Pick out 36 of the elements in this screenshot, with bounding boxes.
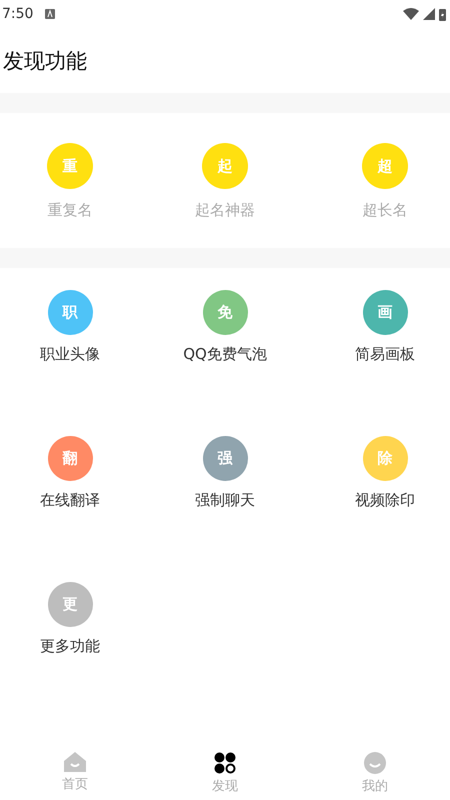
feature-icon: 起 bbox=[202, 143, 248, 189]
page-title: 发现功能 bbox=[2, 48, 88, 74]
notification-icon bbox=[45, 9, 56, 19]
feature-item[interactable]: 画 简易画板 bbox=[320, 290, 450, 364]
grid-icon bbox=[214, 752, 236, 774]
feature-label: 简易画板 bbox=[355, 345, 415, 364]
feature-icon: 超 bbox=[362, 143, 408, 189]
feature-label: 职业头像 bbox=[40, 345, 100, 364]
feature-item[interactable]: 更 更多功能 bbox=[5, 582, 135, 656]
feature-icon: 重 bbox=[47, 143, 93, 189]
status-time: 7:50 bbox=[2, 6, 34, 22]
signal-icon bbox=[423, 8, 435, 20]
feature-icon: 更 bbox=[48, 582, 92, 627]
feature-icon: 除 bbox=[362, 436, 408, 481]
feature-label: 强制聊天 bbox=[195, 491, 255, 510]
feature-icon: 强 bbox=[202, 436, 248, 481]
feature-item[interactable]: 免 QQ免费气泡 bbox=[160, 290, 290, 364]
feature-icon: 职 bbox=[48, 290, 92, 335]
feature-label: QQ免费气泡 bbox=[183, 345, 267, 364]
feature-icon: 画 bbox=[362, 290, 408, 335]
feature-label: 在线翻译 bbox=[40, 491, 100, 510]
smiley-icon bbox=[364, 752, 386, 774]
feature-item[interactable]: 强 强制聊天 bbox=[160, 436, 290, 510]
wifi-icon bbox=[403, 8, 419, 20]
feature-label: 视频除印 bbox=[355, 491, 415, 510]
feature-label: 超长名 bbox=[362, 201, 408, 220]
feature-icon: 翻 bbox=[48, 436, 92, 481]
feature-item[interactable]: 除 视频除印 bbox=[320, 436, 450, 510]
battery-icon bbox=[439, 8, 446, 20]
home-icon bbox=[64, 752, 86, 772]
feature-icon: 免 bbox=[202, 290, 248, 335]
feature-item[interactable]: 翻 在线翻译 bbox=[5, 436, 135, 510]
feature-item[interactable]: 职 职业头像 bbox=[5, 290, 135, 364]
feature-label: 重复名 bbox=[48, 201, 92, 220]
feature-label: 更多功能 bbox=[40, 637, 100, 656]
feature-label: 起名神器 bbox=[195, 201, 255, 220]
